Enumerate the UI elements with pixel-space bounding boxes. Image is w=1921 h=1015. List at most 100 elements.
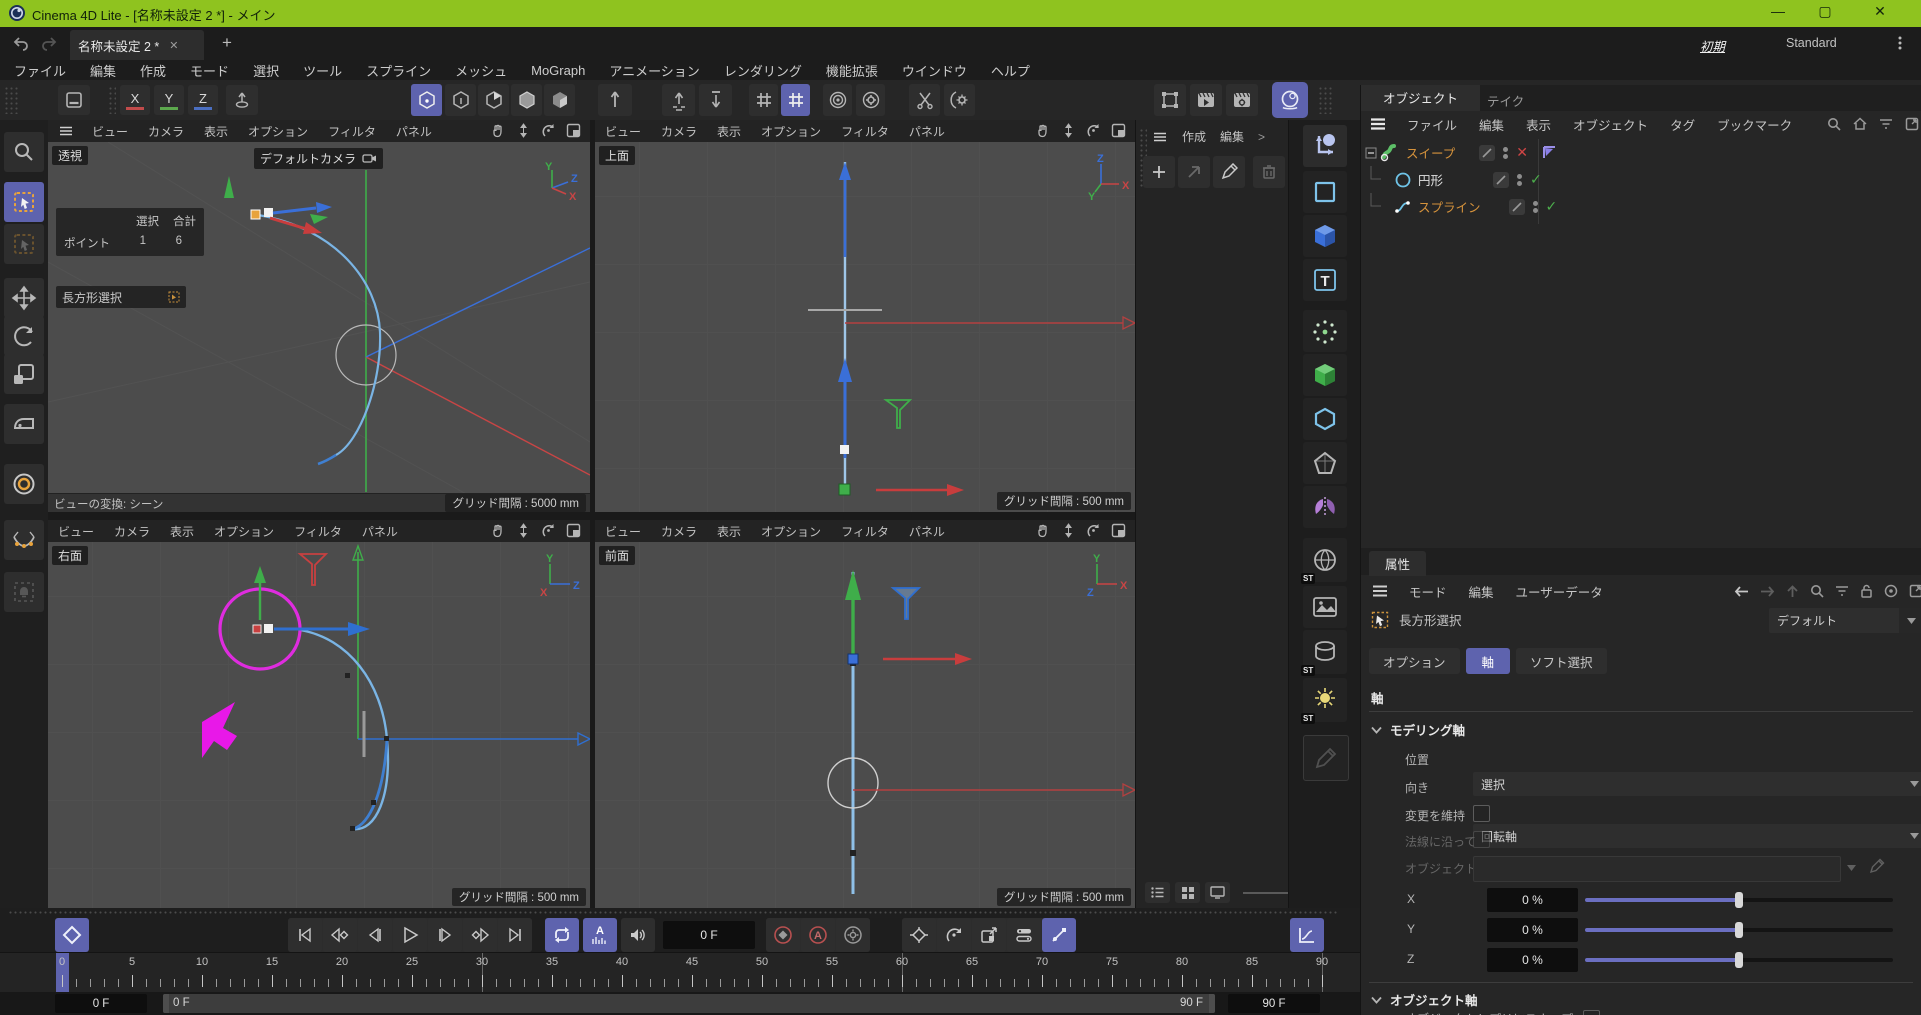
slider-x-value[interactable]: 0 % bbox=[1487, 888, 1578, 912]
tab-objects[interactable]: オブジェクト bbox=[1361, 85, 1480, 111]
undo-icon[interactable] bbox=[12, 34, 30, 52]
viewport-menu-item[interactable]: オプション bbox=[761, 123, 821, 140]
viewport-menu-item[interactable]: ビュー bbox=[58, 523, 94, 540]
live-selection-tool-button[interactable] bbox=[4, 182, 44, 222]
menubar-item[interactable]: MoGraph bbox=[531, 63, 585, 78]
record-rotation-button[interactable] bbox=[937, 918, 971, 952]
visibility-dots[interactable] bbox=[1533, 199, 1538, 215]
viewport-menu-item[interactable]: フィルタ bbox=[328, 123, 376, 140]
om-popout-icon[interactable] bbox=[1904, 116, 1920, 132]
viewport-menu-item[interactable]: 表示 bbox=[717, 523, 741, 540]
tool-settings-button[interactable] bbox=[944, 84, 975, 116]
assign-layer-button[interactable] bbox=[1178, 156, 1210, 188]
attr-back-icon[interactable] bbox=[1733, 584, 1750, 599]
material-sphere-button[interactable] bbox=[1272, 82, 1308, 118]
viewport-menu-item[interactable]: ビュー bbox=[605, 523, 641, 540]
slider-z-handle[interactable] bbox=[1735, 952, 1743, 968]
menubar-item[interactable]: 機能拡張 bbox=[826, 61, 878, 80]
prev-frame-button[interactable] bbox=[358, 918, 392, 952]
spline-pen-tool-button[interactable] bbox=[4, 520, 44, 560]
axis-lock-z-button[interactable]: Z bbox=[188, 85, 218, 115]
object-link-caret-icon[interactable] bbox=[1847, 865, 1856, 871]
timeline-ruler[interactable]: 051015202530354045505560657075808590 bbox=[0, 952, 1360, 993]
object-name[interactable]: スプライン bbox=[1418, 197, 1481, 216]
rotate-tool-button[interactable] bbox=[4, 316, 44, 356]
tab-close-icon[interactable]: ✕ bbox=[169, 39, 178, 52]
menubar-item[interactable]: 選択 bbox=[253, 61, 279, 80]
viewport-top[interactable]: ビューカメラ表示オプションフィルタパネル Z Y X 上面 グリッド間隔 : bbox=[595, 120, 1135, 512]
scissors-button[interactable] bbox=[909, 84, 940, 116]
slider-y-handle[interactable] bbox=[1735, 922, 1743, 938]
om-menu-item[interactable]: タグ bbox=[1670, 115, 1695, 134]
menubar-item[interactable]: 編集 bbox=[90, 61, 116, 80]
zoom-pan-icon[interactable] bbox=[515, 122, 532, 139]
render-region-button[interactable] bbox=[1154, 84, 1186, 116]
along-normals-checkbox[interactable] bbox=[1473, 831, 1490, 848]
menubar-item[interactable]: ツール bbox=[303, 61, 342, 80]
redo-icon[interactable] bbox=[40, 34, 58, 52]
play-button[interactable] bbox=[393, 918, 427, 952]
om-filter-icon[interactable] bbox=[1878, 116, 1894, 132]
viewport-menu-item[interactable]: ビュー bbox=[605, 123, 641, 140]
viewport-menu-item[interactable]: ビュー bbox=[92, 123, 128, 140]
object-row-sweep[interactable]: スイープ ✕ bbox=[1361, 139, 1921, 166]
menubar-item[interactable]: レンダリング bbox=[724, 61, 802, 80]
attr-menu-item[interactable]: モード bbox=[1409, 582, 1447, 601]
rectangle-spline-button[interactable] bbox=[1303, 171, 1347, 213]
enable-state-icon[interactable]: ✓ bbox=[1546, 198, 1558, 215]
attr-tab-axis[interactable]: 軸 bbox=[1466, 648, 1511, 674]
texture-mode-button[interactable] bbox=[445, 84, 476, 116]
point-mode-button[interactable] bbox=[478, 84, 509, 116]
close-button[interactable]: ✕ bbox=[1855, 3, 1905, 20]
viewport-menu-item[interactable]: パネル bbox=[909, 123, 945, 140]
prev-key-button[interactable] bbox=[323, 918, 357, 952]
preview-range-slider[interactable]: 0 F 90 F bbox=[163, 994, 1215, 1013]
viewport-menu-icon[interactable] bbox=[58, 123, 74, 139]
attr-menu-icon[interactable] bbox=[1371, 583, 1389, 599]
zoom-pan-icon[interactable] bbox=[1060, 522, 1077, 539]
next-frame-button[interactable] bbox=[428, 918, 462, 952]
om-menu-item[interactable]: ブックマーク bbox=[1717, 115, 1792, 134]
viewport-menu-item[interactable]: フィルタ bbox=[841, 123, 889, 140]
om-home-icon[interactable] bbox=[1852, 116, 1868, 132]
background-object-button[interactable] bbox=[1303, 586, 1347, 628]
keep-changes-checkbox[interactable] bbox=[1473, 805, 1490, 822]
menubar-item[interactable]: モード bbox=[190, 61, 229, 80]
tab-attributes[interactable]: 属性 bbox=[1369, 551, 1426, 576]
motext-button[interactable]: T bbox=[1303, 259, 1347, 301]
viewport-menu-item[interactable]: カメラ bbox=[661, 523, 697, 540]
om-menu-item[interactable]: 表示 bbox=[1526, 115, 1551, 134]
attr-menu-item[interactable]: ユーザーデータ bbox=[1516, 582, 1603, 601]
active-tool-hud-button[interactable]: 長方形選択 bbox=[56, 286, 186, 308]
symmetry-button[interactable] bbox=[1303, 486, 1347, 528]
next-key-button[interactable] bbox=[463, 918, 497, 952]
range-end-handle[interactable] bbox=[1209, 994, 1215, 1013]
grid-view-button[interactable] bbox=[1175, 882, 1200, 903]
viewport-menu-item[interactable]: 表示 bbox=[170, 523, 194, 540]
loop-mode-button[interactable] bbox=[545, 918, 579, 952]
menubar-item[interactable]: 作成 bbox=[140, 61, 166, 80]
zoom-pan-icon[interactable] bbox=[1060, 122, 1077, 139]
viewport-menu-item[interactable]: カメラ bbox=[148, 123, 184, 140]
keyframe-settings-button[interactable] bbox=[836, 918, 870, 952]
tabbar-menu-icon[interactable] bbox=[1893, 34, 1907, 52]
viewport-menu-item[interactable]: パネル bbox=[396, 123, 432, 140]
viewport-layout-button[interactable] bbox=[58, 85, 90, 115]
model-mode-button[interactable] bbox=[411, 84, 442, 116]
render-settings-button[interactable] bbox=[1226, 84, 1258, 116]
viewport-right[interactable]: ビューカメラ表示オプションフィルタパネル Y bbox=[48, 520, 590, 908]
maximize-button[interactable]: ▢ bbox=[1805, 3, 1845, 20]
new-tab-button[interactable]: + bbox=[222, 33, 232, 53]
attr-filter-icon[interactable] bbox=[1834, 583, 1850, 599]
maximize-view-icon[interactable] bbox=[565, 522, 582, 539]
list-view-button[interactable] bbox=[1145, 882, 1170, 903]
concentric-circles-button[interactable] bbox=[823, 84, 852, 116]
document-tab[interactable]: 名称未設定 2 * ✕ bbox=[70, 30, 204, 60]
pan-hand-icon[interactable] bbox=[490, 522, 507, 539]
layer-menu-more[interactable]: > bbox=[1258, 130, 1265, 144]
goto-end-button[interactable] bbox=[498, 918, 532, 952]
enable-state-icon[interactable]: ✓ bbox=[1530, 171, 1542, 188]
viewport-menu-item[interactable]: フィルタ bbox=[294, 523, 342, 540]
minimize-button[interactable]: — bbox=[1758, 3, 1798, 19]
phong-tag-icon[interactable] bbox=[1542, 145, 1557, 160]
